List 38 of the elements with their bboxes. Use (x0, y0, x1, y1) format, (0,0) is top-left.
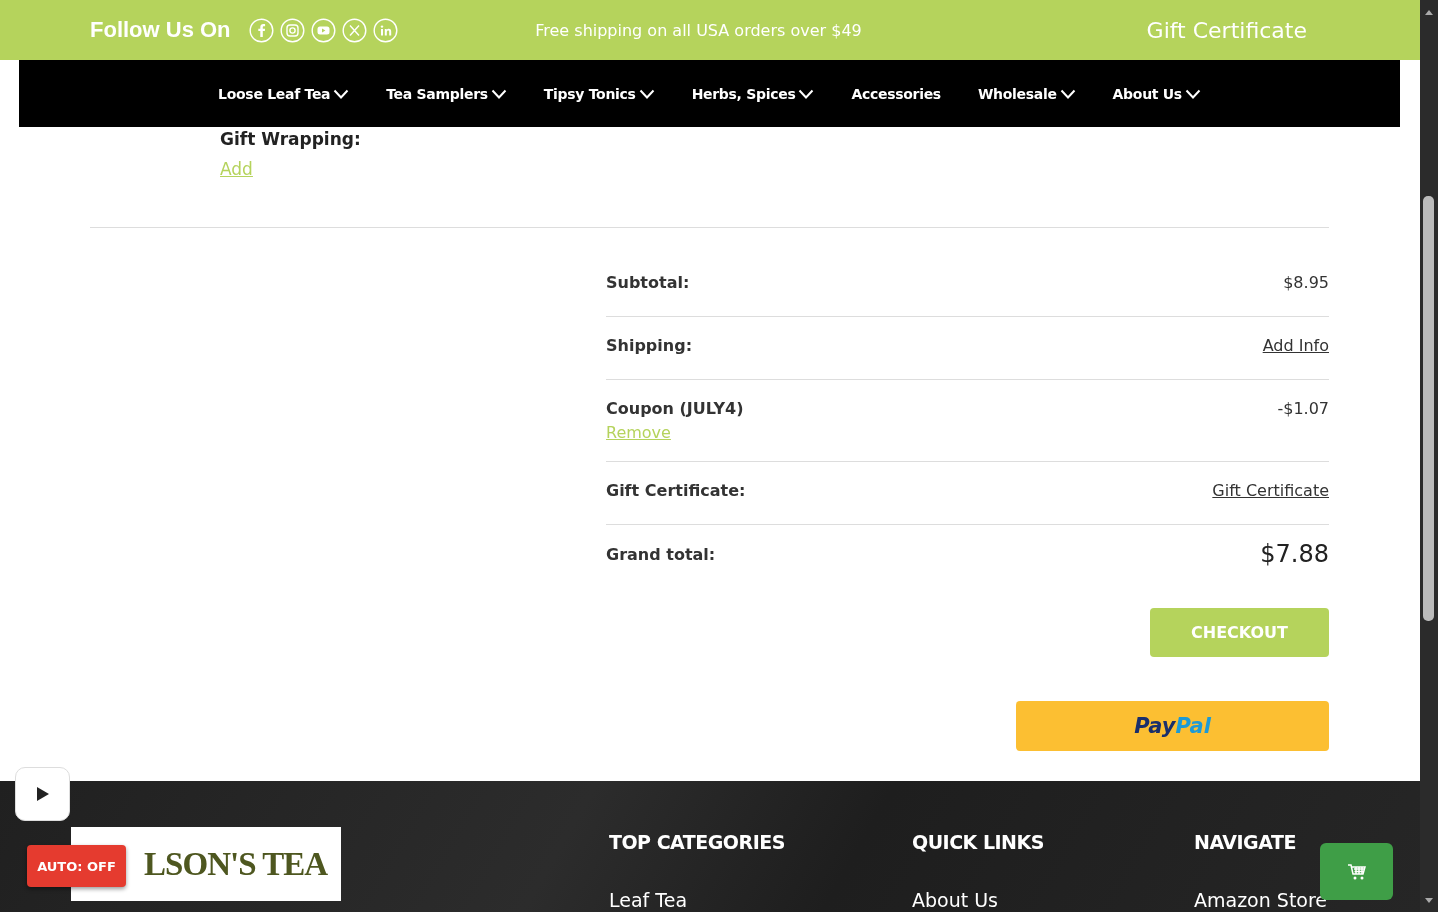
nav-item[interactable]: Herbs, Spices (691, 85, 815, 102)
nav-item[interactable]: About Us (1112, 85, 1201, 102)
footer-link[interactable]: About Us (912, 889, 999, 911)
nav-item[interactable]: Accessories (851, 85, 941, 102)
cart-icon (1346, 862, 1367, 881)
shipping-promo: Free shipping on all USA orders over $49 (535, 20, 862, 40)
footer-heading: QUICK LINKS (912, 831, 1044, 853)
caret-icon[interactable] (638, 88, 655, 99)
footer-link[interactable]: Leaf Tea (609, 889, 688, 911)
grand-total-value: $7.88 (1260, 540, 1329, 568)
nav-item[interactable]: Tipsy Tonics (543, 85, 655, 102)
caret-icon[interactable] (333, 88, 350, 99)
scrollbar[interactable] (1420, 0, 1438, 912)
summary-label: Gift Certificate: (606, 481, 746, 500)
play-button[interactable] (15, 767, 70, 821)
summary-label: Shipping: (606, 336, 693, 355)
summary-link[interactable]: Gift Certificate (1212, 481, 1329, 500)
caret-icon[interactable] (798, 88, 815, 99)
caret-icon[interactable] (1184, 88, 1201, 99)
play-icon (36, 787, 49, 801)
summary-value: -$1.07 (1277, 399, 1329, 418)
caret-icon[interactable] (1059, 88, 1076, 99)
nav-item[interactable]: Wholesale (977, 85, 1076, 102)
auto-off-toast[interactable]: AUTO: OFF (27, 845, 126, 887)
footer-heading: TOP CATEGORIES (609, 831, 785, 853)
paypal-button[interactable]: PayPal (1016, 701, 1329, 751)
summary-label: Grand total: (606, 544, 716, 564)
nav-item[interactable]: Tea Samplers (386, 85, 507, 102)
footer-link[interactable]: Amazon Store (1194, 889, 1328, 911)
follow-label: Follow Us On (90, 17, 231, 43)
summary-label: Coupon (JULY4) (606, 399, 744, 418)
caret-icon[interactable] (490, 88, 507, 99)
gift-wrapping-label: Gift Wrapping: (220, 129, 361, 149)
summary-link[interactable]: Add Info (1262, 336, 1329, 355)
nav-item[interactable]: Loose Leaf Tea (218, 85, 350, 102)
summary-label: Subtotal: (606, 273, 690, 292)
summary-value: $8.95 (1283, 273, 1329, 292)
footer-heading: NAVIGATE (1194, 831, 1296, 853)
